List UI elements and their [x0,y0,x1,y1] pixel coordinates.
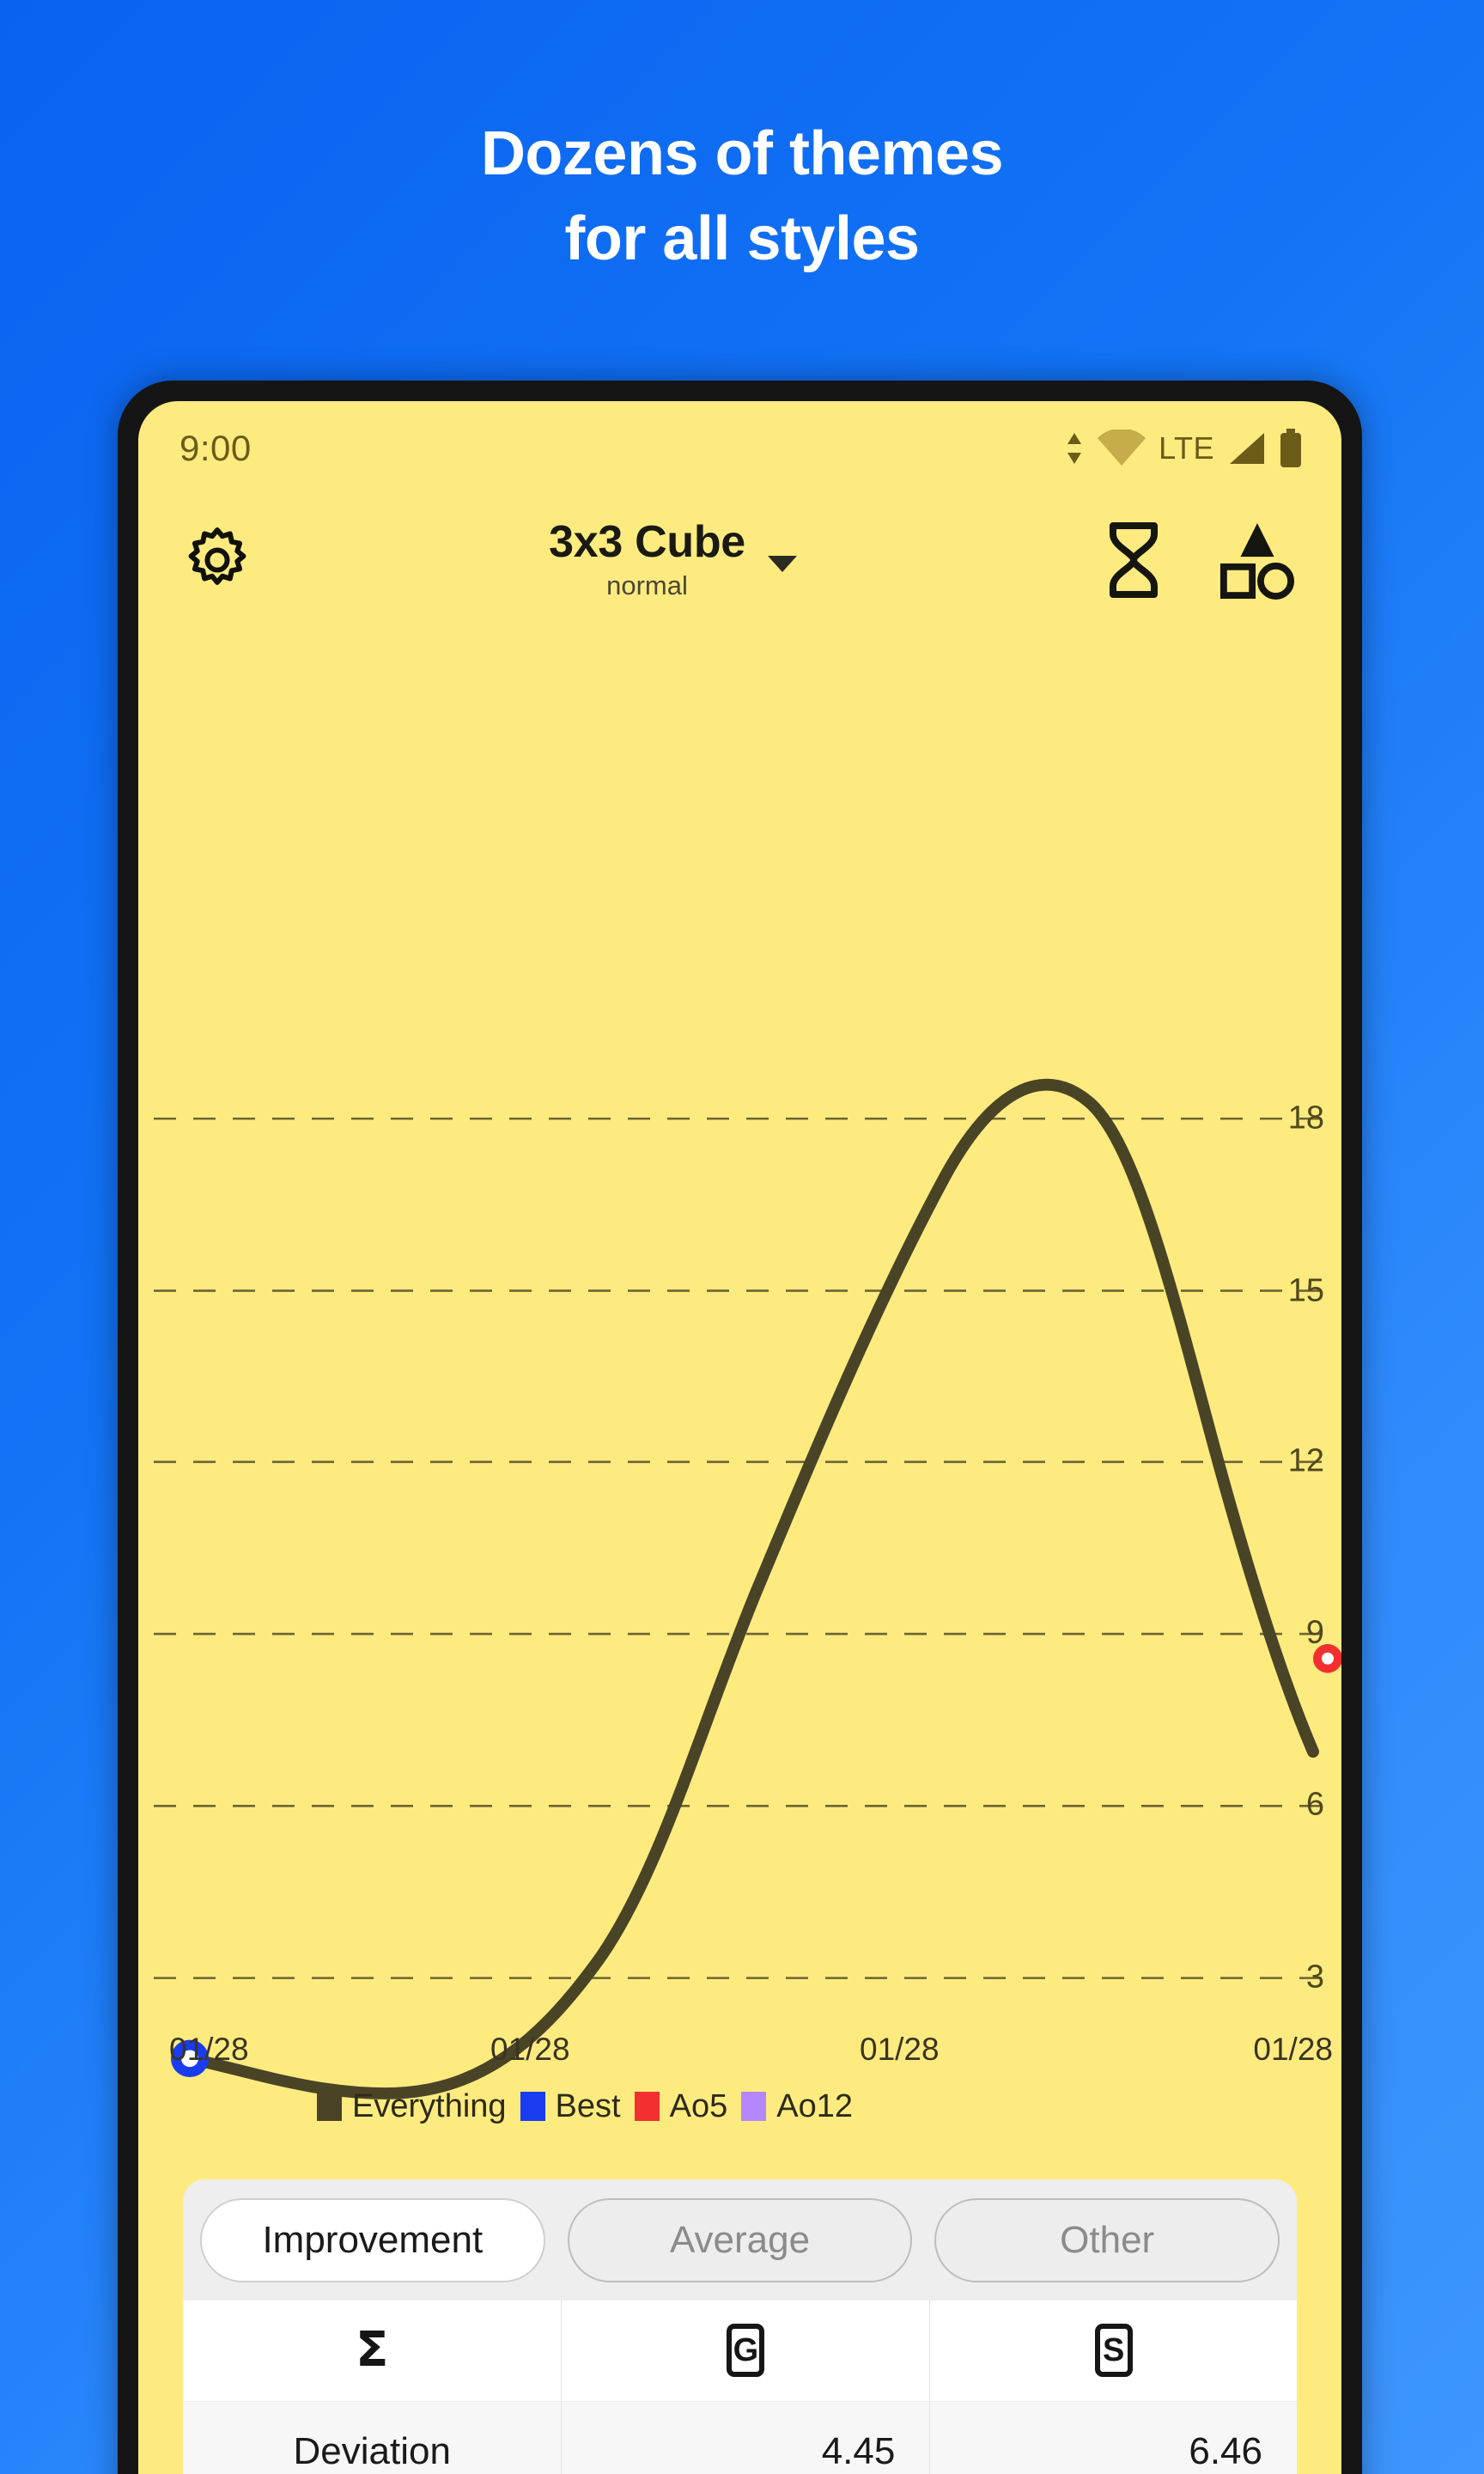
legend-label-everything: Everything [352,2088,507,2124]
settings-button[interactable] [176,519,258,601]
scramble-shapes-button[interactable] [1211,514,1304,606]
y-axis-tick-6: 6 [1305,1786,1324,1823]
y-axis-tick-12: 12 [1287,1442,1324,1479]
status-bar: 9:00 LTE [138,401,1341,496]
table-row[interactable]: Deviation 4.45 6.46 [183,2400,1297,2474]
statistics-panel: Improvement Average Other Σ G S Deviatio… [183,2178,1297,2474]
legend-swatch-ao12 [741,2092,767,2121]
promo-screenshot: Dozens of themes for all styles 9:00 LTE [0,0,1484,2474]
x-axis-tick-3: 01/28 [860,2032,940,2067]
statistics-table-body: Deviation 4.45 6.46 [183,2400,1297,2474]
chart-legend: Everything Best Ao5 Ao12 [317,2090,853,2123]
legend-item-ao5[interactable]: Ao5 [634,2088,728,2124]
promo-heading-line-2: for all styles [564,204,920,274]
status-icons: LTE [1064,429,1304,468]
sigma-icon-wrap: Σ [183,2326,561,2374]
timer-button[interactable] [1087,514,1180,606]
legend-label-best: Best [555,2088,621,2124]
sigma-icon: Σ [356,2322,389,2378]
session-badge-icon: S [1094,2324,1133,2377]
global-badge-wrap: G [562,2324,929,2377]
y-axis-tick-3: 3 [1305,1959,1324,1996]
puzzle-subtitle: normal [606,570,688,601]
tab-average[interactable]: Average [567,2197,913,2282]
cellular-signal-icon [1230,433,1264,464]
chevron-down-icon [767,555,797,572]
y-axis-tick-18: 18 [1287,1100,1324,1136]
gear-icon [188,527,246,585]
data-transfer-icon [1067,433,1082,464]
statistics-table: Σ G S Deviation 4.45 6.46 [183,2299,1297,2474]
session-badge-wrap: S [930,2324,1297,2377]
y-axis-tick-15: 15 [1287,1272,1324,1309]
network-type-label: LTE [1159,430,1214,466]
chart-canvas [154,1078,1341,2099]
phone-device-frame: 9:00 LTE 3x3 Cube normal 18 15 12 9 6 3 … [118,381,1362,2474]
series-everything-line [184,1078,1319,2099]
statistics-table-head: Σ G S [183,2299,1297,2401]
wifi-icon [1098,430,1146,466]
shapes-icon [1219,522,1295,600]
battery-icon [1280,429,1301,467]
column-header-global: G [561,2299,930,2401]
global-badge-icon: G [727,2324,765,2377]
x-axis-tick-2: 01/28 [490,2032,570,2067]
promo-heading-line-1: Dozens of themes [480,119,1004,188]
x-axis-tick-1: 01/28 [169,2032,249,2067]
phone-screen: 9:00 LTE 3x3 Cube normal 18 15 12 9 6 3 … [138,401,1341,2474]
status-clock: 9:00 [179,428,252,468]
column-header-session: S [929,2299,1297,2401]
app-bar: 3x3 Cube normal [138,496,1341,625]
legend-item-ao12[interactable]: Ao12 [741,2090,853,2123]
tab-improvement[interactable]: Improvement [200,2197,545,2282]
puzzle-selector-texts: 3x3 Cube normal [549,519,745,602]
cell-global-value: 4.45 [561,2400,930,2474]
legend-swatch-best [520,2092,545,2121]
legend-item-everything[interactable]: Everything [317,2090,507,2123]
statistics-tabs: Improvement Average Other [183,2179,1297,2300]
puzzle-selector[interactable]: 3x3 Cube normal [258,519,1087,602]
legend-swatch-ao5 [634,2092,660,2121]
promo-heading: Dozens of themes for all styles [0,112,1484,283]
puzzle-title: 3x3 Cube [549,516,745,567]
legend-swatch-everything [317,2092,342,2121]
y-axis-tick-9: 9 [1305,1614,1324,1651]
table-header-row: Σ G S [183,2299,1297,2401]
cell-session-value: 6.46 [929,2400,1297,2474]
column-header-metric: Σ [183,2299,562,2401]
x-axis-tick-4: 01/28 [1253,2032,1333,2067]
tab-other[interactable]: Other [934,2197,1280,2282]
legend-label-ao12: Ao12 [776,2088,853,2124]
cell-metric-label: Deviation [183,2400,562,2474]
statistics-chart[interactable]: 18 15 12 9 6 3 01/28 01/28 01/28 01/28 E… [138,633,1341,2142]
legend-item-best[interactable]: Best [520,2090,621,2123]
ao5-marker-inner [1322,1652,1334,1665]
hourglass-icon [1110,522,1158,598]
legend-label-ao5: Ao5 [669,2088,728,2124]
